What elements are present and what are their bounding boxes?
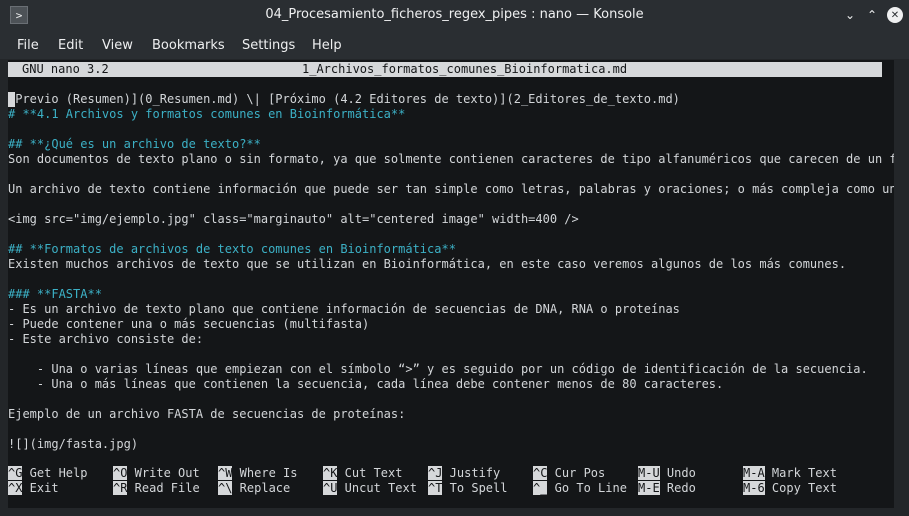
menu-edit[interactable]: Edit: [58, 38, 83, 53]
shortcut-key: ^W: [218, 466, 233, 480]
shortcut-item: ^_ Go To Line: [533, 481, 627, 496]
shortcut-label: Redo: [659, 481, 696, 495]
chevron-down-icon[interactable]: ⌄: [842, 7, 858, 23]
shortcut-key: ^X: [8, 481, 23, 495]
menu-help[interactable]: Help: [312, 38, 342, 53]
menu-bookmarks[interactable]: Bookmarks: [152, 38, 225, 53]
shortcut-label: Where Is: [232, 466, 298, 480]
shortcut-label: Get Help: [22, 466, 88, 480]
shortcut-label: Write Out: [127, 466, 200, 480]
shortcut-key: ^O: [113, 466, 128, 480]
editor-line: - Es un archivo de texto plano que conti…: [8, 302, 680, 316]
editor-line: ## **¿Qué es un archivo de texto?**: [8, 137, 261, 151]
shortcut-key: M-6: [743, 481, 765, 495]
editor-line: Son documentos de texto plano o sin form…: [8, 152, 894, 166]
editor-line: - Una o más líneas que contienen la secu…: [8, 377, 724, 391]
shortcut-item: ^U Uncut Text: [323, 481, 417, 496]
editor-line: Existen muchos archivos de texto que se …: [8, 257, 847, 271]
shortcut-label: Undo: [659, 466, 696, 480]
shortcut-key: ^J: [428, 466, 443, 480]
shortcut-item: ^\ Replace: [218, 481, 290, 496]
shortcut-key: ^C: [533, 466, 548, 480]
shortcut-key: ^T: [428, 481, 443, 495]
shortcut-key: ^U: [323, 481, 338, 495]
shortcut-item: M-A Mark Text: [743, 466, 837, 481]
shortcut-item: ^X Exit: [8, 481, 59, 496]
shortcut-key: M-A: [743, 466, 765, 480]
editor-line: ## **Formatos de archivos de texto comun…: [8, 242, 456, 256]
editor-line: ### **FASTA**: [8, 287, 102, 301]
shortcut-label: Justify: [442, 466, 501, 480]
shortcut-label: Exit: [22, 481, 59, 495]
shortcut-item: M-6 Copy Text: [743, 481, 837, 496]
shortcut-label: Uncut Text: [337, 481, 417, 495]
shortcut-key: ^\: [218, 481, 233, 495]
editor-line: - Puede contener una o más secuencias (m…: [8, 317, 370, 331]
shortcut-label: Cur Pos: [547, 466, 606, 480]
shortcut-key: ^_: [533, 481, 548, 495]
shortcut-label: Mark Text: [764, 466, 837, 480]
shortcut-key: M-U: [638, 466, 660, 480]
shortcut-label: Cut Text: [337, 466, 403, 480]
shortcut-label: Replace: [232, 481, 291, 495]
editor-line: - Una o varias líneas que empiezan con e…: [8, 362, 868, 376]
shortcut-label: Go To Line: [547, 481, 627, 495]
shortcut-item: ^T To Spell: [428, 481, 507, 496]
shortcut-item: ^C Cur Pos: [533, 466, 605, 481]
shortcut-item: M-E Redo: [638, 481, 696, 496]
menu-bar: File Edit View Bookmarks Settings Help: [0, 31, 909, 59]
menu-file[interactable]: File: [17, 38, 39, 53]
editor-line: <img src="img/ejemplo.jpg" class="margin…: [8, 212, 579, 226]
editor-line: Ejemplo de un archivo FASTA de secuencia…: [8, 407, 406, 421]
shortcut-label: Copy Text: [764, 481, 837, 495]
shortcut-key: M-E: [638, 481, 660, 495]
terminal-area[interactable]: GNU nano 3.2 1_Archivos_formatos_comunes…: [8, 60, 894, 508]
shortcut-item: M-U Undo: [638, 466, 696, 481]
menu-settings[interactable]: Settings: [242, 38, 295, 53]
shortcut-item: ^R Read File: [113, 481, 200, 496]
editor-line: Un archivo de texto contiene información…: [8, 182, 894, 196]
shortcut-item: ^W Where Is: [218, 466, 297, 481]
shortcut-key: ^G: [8, 466, 23, 480]
nano-version: GNU nano 3.2: [22, 62, 109, 76]
close-icon[interactable]: ✕: [887, 7, 903, 23]
shortcut-item: ^O Write Out: [113, 466, 200, 481]
chevron-up-icon[interactable]: ⌃: [864, 7, 880, 23]
editor-line: [Previo (Resumen)](0_Resumen.md) \| [Pró…: [8, 92, 680, 106]
shortcut-item: ^G Get Help: [8, 466, 87, 481]
shortcut-label: Read File: [127, 481, 200, 495]
editor-line: # **4.1 Archivos y formatos comunes en B…: [8, 107, 406, 121]
shortcut-item: ^K Cut Text: [323, 466, 402, 481]
title-bar: > 04_Procesamiento_ficheros_regex_pipes …: [0, 0, 909, 31]
shortcut-label: To Spell: [442, 481, 508, 495]
nano-header: GNU nano 3.2 1_Archivos_formatos_comunes…: [8, 62, 882, 77]
menu-view[interactable]: View: [102, 38, 133, 53]
shortcut-item: ^J Justify: [428, 466, 500, 481]
editor-line: ![](img/fasta.jpg): [8, 437, 139, 451]
window-title: 04_Procesamiento_ficheros_regex_pipes : …: [265, 7, 644, 22]
editor-line: - Este archivo consiste de:: [8, 332, 204, 346]
nano-filename: 1_Archivos_formatos_comunes_Bioinformati…: [302, 62, 628, 76]
shortcut-key: ^R: [113, 481, 128, 495]
shortcut-key: ^K: [323, 466, 338, 480]
